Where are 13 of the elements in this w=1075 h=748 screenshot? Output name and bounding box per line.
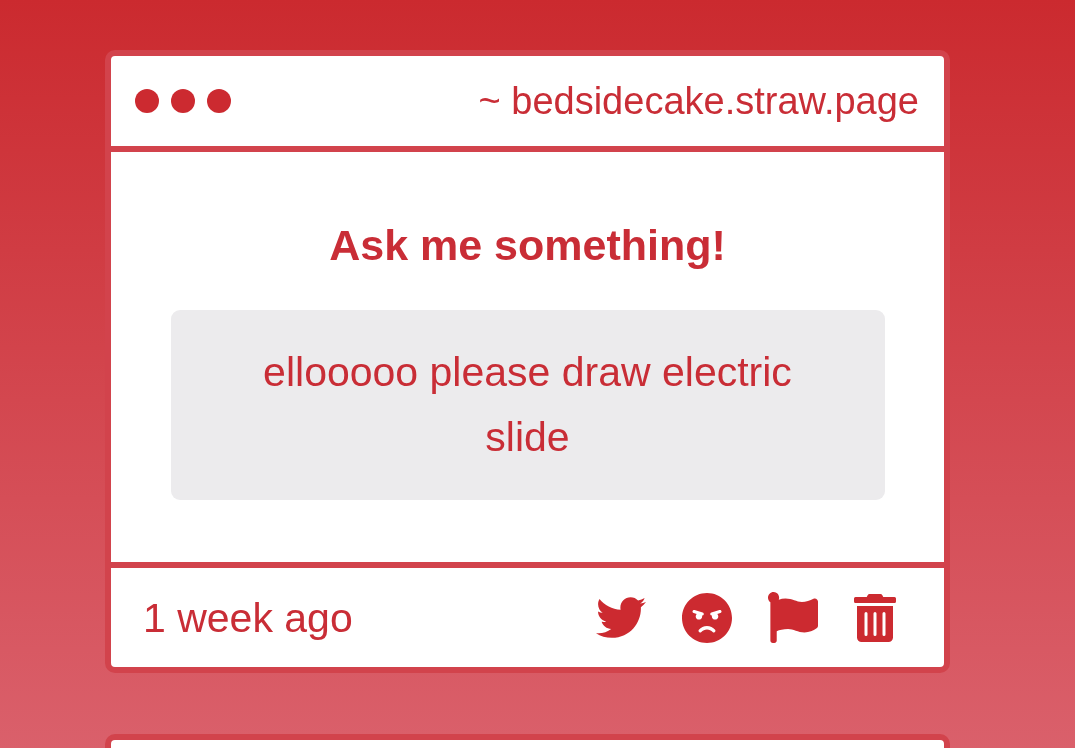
share-button[interactable] [596,597,646,638]
react-button[interactable] [682,592,732,643]
angry-face-icon [682,592,732,643]
card-title: Ask me something! [329,220,726,270]
delete-button[interactable] [854,593,896,642]
flag-icon [768,592,818,643]
question-text: ellooooo please draw electric slide [170,310,885,500]
window-dots-icon [135,89,231,113]
bird-icon [596,597,646,638]
report-button[interactable] [768,592,818,643]
time-ago: 1 week ago [143,593,353,642]
page-address: ~ bedsidecake.straw.page [478,79,919,124]
trash-icon [854,593,896,642]
